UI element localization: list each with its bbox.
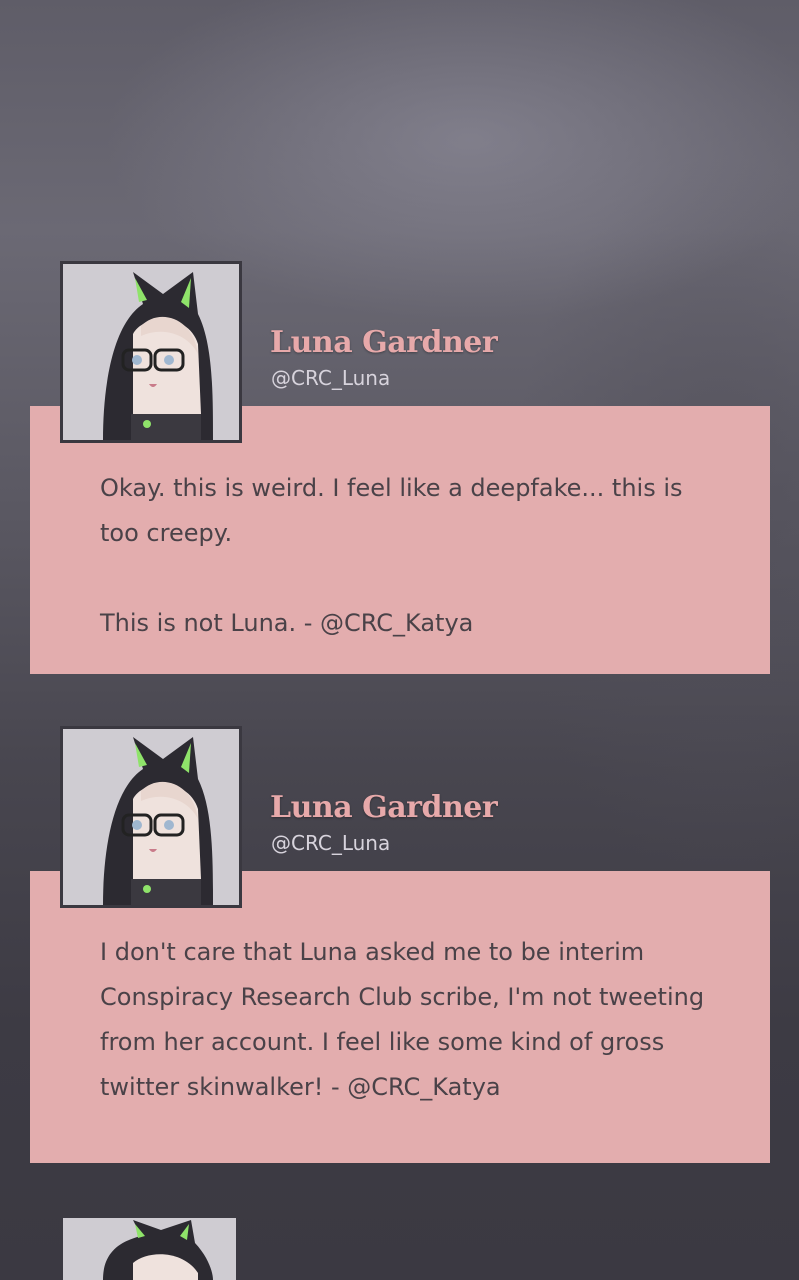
- post-text: I don't care that Luna asked me to be in…: [100, 938, 705, 1101]
- avatar[interactable]: [60, 261, 242, 443]
- author-handle[interactable]: @CRC_Luna: [271, 366, 390, 390]
- avatar-partial[interactable]: [63, 1218, 236, 1280]
- avatar[interactable]: [60, 726, 242, 908]
- avatar-image: [63, 729, 239, 905]
- avatar-image: [63, 264, 239, 440]
- post-text: Okay. this is weird. I feel like a deepf…: [100, 474, 683, 637]
- avatar-image: [63, 1218, 236, 1280]
- author-name[interactable]: Luna Gardner: [270, 325, 498, 360]
- author-handle[interactable]: @CRC_Luna: [271, 831, 390, 855]
- author-name[interactable]: Luna Gardner: [270, 790, 498, 825]
